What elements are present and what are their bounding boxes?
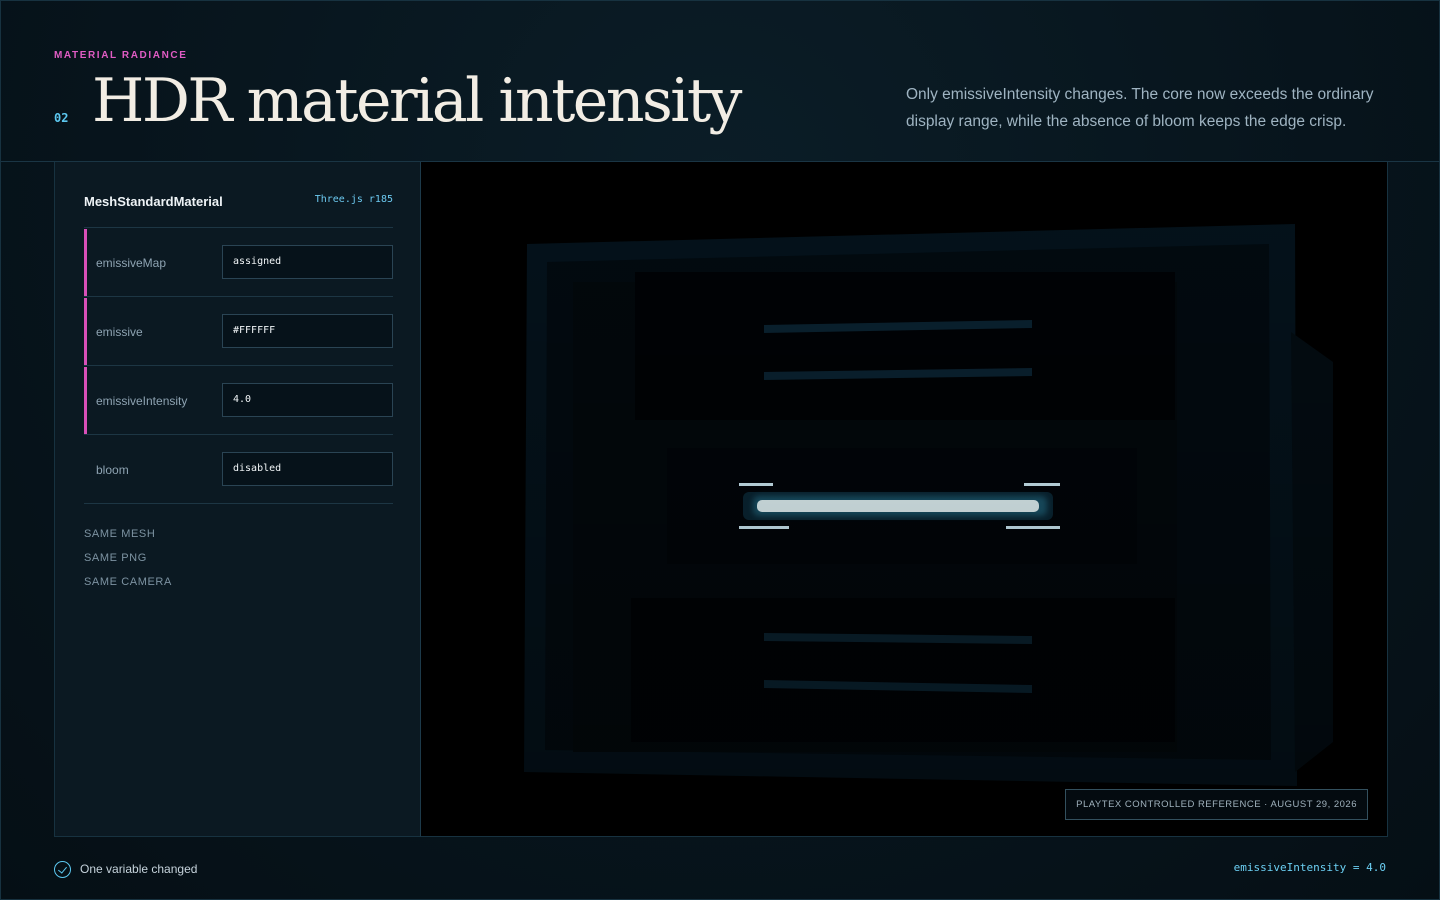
- slide-index: 02: [54, 111, 69, 125]
- vignette-shape: [421, 162, 1387, 836]
- header: MATERIAL RADIANCE 02 HDR material intens…: [1, 1, 1440, 162]
- status-indicator: One variable changed: [54, 860, 197, 878]
- property-row-bloom: bloom disabled: [84, 435, 393, 504]
- property-label: emissiveMap: [96, 256, 167, 270]
- property-value-field[interactable]: #FFFFFF: [222, 314, 393, 348]
- tag-same-mesh: SAME MESH: [84, 528, 156, 540]
- property-value-field[interactable]: 4.0: [222, 383, 393, 417]
- app-frame: MATERIAL RADIANCE 02 HDR material intens…: [0, 0, 1440, 900]
- reference-badge: PLAYTEX CONTROLLED REFERENCE · AUGUST 29…: [1065, 789, 1368, 820]
- material-panel: MeshStandardMaterial Three.js r185 emiss…: [54, 162, 421, 837]
- property-value-field[interactable]: assigned: [222, 245, 393, 279]
- property-list: emissiveMap assigned emissive #FFFFFF em…: [84, 228, 393, 504]
- property-label: bloom: [96, 463, 129, 477]
- property-row-emissive-map: emissiveMap assigned: [84, 228, 393, 297]
- check-circle-icon: [54, 860, 71, 878]
- tag-same-png: SAME PNG: [84, 552, 147, 564]
- panel-header: MeshStandardMaterial Three.js r185: [84, 194, 393, 228]
- property-label: emissive: [96, 325, 143, 339]
- status-text: One variable changed: [80, 862, 198, 876]
- property-value-field[interactable]: disabled: [222, 452, 393, 486]
- value-readout: emissiveIntensity = 4.0: [1233, 861, 1386, 874]
- tag-same-camera: SAME CAMERA: [84, 576, 172, 588]
- property-row-emissive-intensity: emissiveIntensity 4.0: [84, 366, 393, 435]
- panel-title: MeshStandardMaterial: [84, 194, 223, 209]
- property-row-emissive: emissive #FFFFFF: [84, 297, 393, 366]
- version-label: Three.js r185: [314, 194, 393, 205]
- section-eyebrow: MATERIAL RADIANCE: [54, 50, 188, 61]
- constant-tags: SAME MESH SAME PNG SAME CAMERA: [84, 527, 172, 599]
- scene-render: [421, 162, 1387, 836]
- page-title: HDR material intensity: [92, 66, 742, 136]
- page-subtitle: Only emissiveIntensity changes. The core…: [906, 86, 1374, 130]
- property-label: emissiveIntensity: [96, 394, 188, 408]
- render-viewport[interactable]: PLAYTEX CONTROLLED REFERENCE · AUGUST 29…: [421, 162, 1388, 837]
